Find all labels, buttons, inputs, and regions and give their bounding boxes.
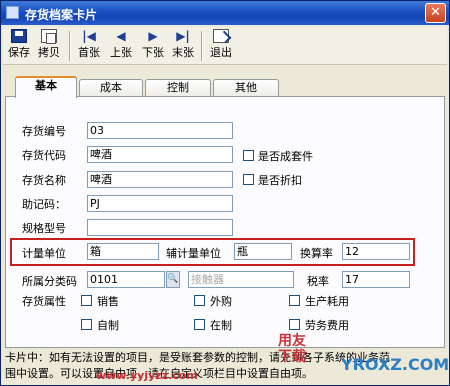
card-window: 存货档案卡片 ✕ 保存 拷贝 |◀ 首张 ◀ 上张 ▶ 下张 ▶| 末张 退出 …	[0, 0, 450, 386]
copy-icon	[41, 29, 57, 44]
spec-label: 规格型号	[22, 222, 66, 235]
mnemonic-field[interactable]: PJ	[87, 195, 233, 212]
self-made-label: 自制	[97, 319, 119, 332]
aux-unit-field[interactable]: 瓶	[234, 243, 292, 260]
code-label: 存货编号	[22, 125, 66, 138]
self-made-checkbox[interactable]	[81, 319, 92, 330]
category-field[interactable]: 0101	[87, 271, 165, 288]
labor-checkbox[interactable]	[289, 319, 300, 330]
rate-field[interactable]: 12	[342, 243, 410, 260]
inv-code-field[interactable]: 啤酒	[87, 146, 233, 163]
title-bar[interactable]: 存货档案卡片 ✕	[1, 1, 449, 25]
next-icon: ▶	[148, 29, 158, 43]
tab-cost[interactable]: 成本	[79, 79, 143, 97]
code-field[interactable]: 03	[87, 122, 233, 139]
sale-checkbox[interactable]	[81, 295, 92, 306]
window-title: 存货档案卡片	[25, 8, 98, 22]
is-discount-checkbox[interactable]	[243, 174, 254, 185]
save-icon	[11, 29, 27, 43]
toolbar-separator	[201, 31, 203, 61]
mnemonic-label: 助记码：	[22, 198, 66, 211]
watermark-brand: 用友下载	[278, 333, 306, 365]
exit-label: 退出	[210, 46, 232, 59]
category-name-field[interactable]: 接触器	[188, 271, 294, 288]
save-label: 保存	[8, 46, 30, 59]
is-set-checkbox[interactable]	[243, 150, 254, 161]
aux-unit-label: 辅计量单位	[166, 247, 221, 260]
is-set-label: 是否成套件	[258, 150, 313, 163]
tax-field[interactable]: 17	[342, 271, 410, 288]
watermark-logo: YROXZ.COM	[341, 355, 450, 374]
first-icon: |◀	[82, 29, 96, 43]
prev-label: 上张	[110, 46, 132, 59]
purchase-checkbox[interactable]	[194, 295, 205, 306]
save-button[interactable]: 保存	[5, 29, 33, 63]
exit-button[interactable]: 退出	[207, 29, 235, 63]
production-label: 生产耗用	[305, 295, 349, 308]
name-field[interactable]: 啤酒	[87, 171, 233, 188]
category-label: 所属分类码	[22, 275, 77, 288]
is-discount-label: 是否折扣	[258, 174, 302, 187]
production-checkbox[interactable]	[289, 295, 300, 306]
tab-basic[interactable]: 基本	[15, 76, 77, 98]
last-button[interactable]: ▶| 末张	[169, 29, 197, 63]
rate-label: 换算率	[300, 247, 333, 260]
close-icon: ✕	[430, 5, 441, 20]
inv-code-label: 存货代码	[22, 149, 66, 162]
attr-label: 存货属性	[22, 295, 66, 308]
next-button[interactable]: ▶ 下张	[139, 29, 167, 63]
first-label: 首张	[78, 46, 100, 59]
purchase-label: 外购	[210, 295, 232, 308]
exit-icon	[213, 29, 229, 43]
first-button[interactable]: |◀ 首张	[75, 29, 103, 63]
labor-label: 劳务费用	[305, 319, 349, 332]
unit-label: 计量单位	[22, 247, 66, 260]
watermark-site: www.yyjyzz.com	[96, 369, 198, 382]
copy-button[interactable]: 拷贝	[35, 29, 63, 63]
tab-control[interactable]: 控制	[145, 79, 211, 97]
next-label: 下张	[142, 46, 164, 59]
last-label: 末张	[172, 46, 194, 59]
copy-label: 拷贝	[38, 46, 60, 59]
tax-label: 税率	[307, 275, 329, 288]
sale-label: 销售	[97, 295, 119, 308]
tab-other[interactable]: 其他	[213, 79, 279, 97]
close-button[interactable]: ✕	[425, 3, 446, 23]
prev-icon: ◀	[116, 29, 126, 43]
last-icon: ▶|	[176, 29, 190, 43]
prev-button[interactable]: ◀ 上张	[107, 29, 135, 63]
name-label: 存货名称	[22, 174, 66, 187]
wip-checkbox[interactable]	[194, 319, 205, 330]
wip-label: 在制	[210, 319, 232, 332]
lookup-icon[interactable]: 🔍	[166, 271, 180, 288]
unit-field[interactable]: 箱	[87, 243, 159, 260]
toolbar: 保存 拷贝 |◀ 首张 ◀ 上张 ▶ 下张 ▶| 末张 退出	[3, 27, 447, 65]
card-app-icon	[6, 6, 19, 19]
toolbar-separator	[69, 31, 71, 61]
spec-field[interactable]	[87, 219, 233, 236]
